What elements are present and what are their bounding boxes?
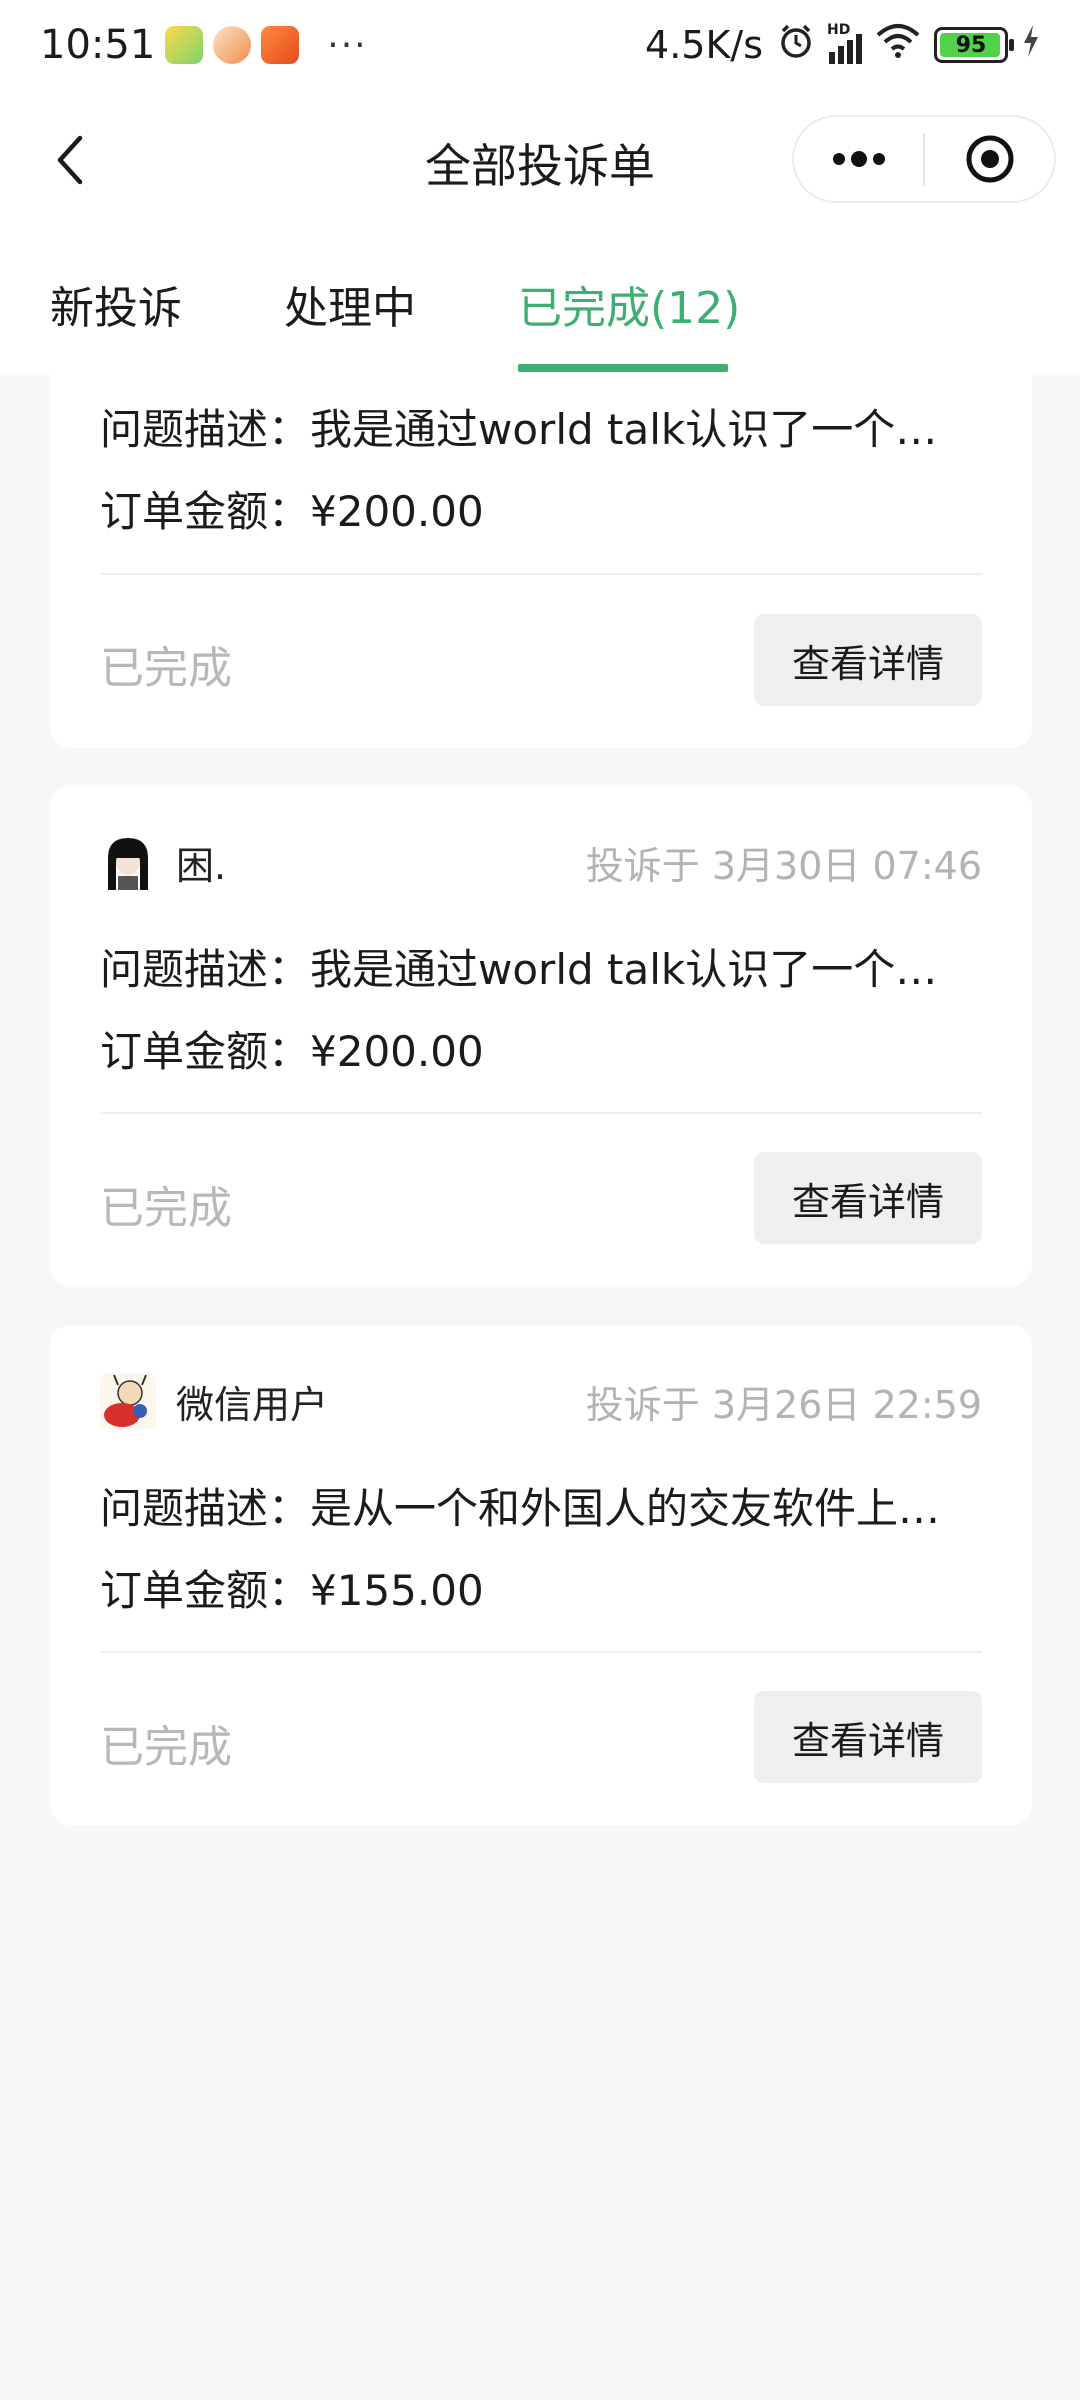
problem-description: 问题描述：我是通过world talk认识了一个…	[100, 945, 938, 994]
status-label: 已完成	[100, 643, 232, 694]
network-speed: 4.5K/s	[645, 23, 763, 67]
charging-icon	[1022, 23, 1040, 67]
wifi-icon	[876, 23, 920, 68]
close-mini-program-button[interactable]	[925, 117, 1054, 201]
complaint-time: 投诉于 3月26日 22:59	[585, 1382, 982, 1427]
nav-bar: 全部投诉单	[0, 90, 1080, 230]
card-header: 困. 投诉于 3月30日 07:46	[100, 832, 982, 892]
problem-description: 问题描述：我是通过world talk认识了一个…	[100, 405, 938, 454]
username: 微信用户	[176, 1382, 329, 1427]
view-details-button[interactable]: 查看详情	[754, 614, 982, 706]
tab-new[interactable]: 新投诉	[50, 272, 182, 336]
status-label: 已完成	[100, 1722, 232, 1773]
tab-bar: 新投诉 处理中 已完成(12)	[0, 230, 1080, 374]
more-dots-icon	[832, 151, 885, 167]
app-notification-icon	[165, 26, 204, 64]
girl-avatar-icon[interactable]	[100, 834, 156, 890]
status-bar: 10:51 ··· 4.5K/s HD 95	[0, 0, 1080, 90]
status-label: 已完成	[100, 1183, 232, 1234]
more-button[interactable]	[794, 117, 923, 201]
complaint-time: 投诉于 3月30日 07:46	[585, 843, 982, 888]
active-tab-indicator	[518, 364, 728, 372]
mini-program-capsule	[792, 115, 1056, 203]
tab-completed[interactable]: 已完成(12)	[518, 272, 740, 336]
view-details-button[interactable]: 查看详情	[754, 1691, 982, 1783]
complaint-card: 问题描述：我是通过world talk认识了一个… 订单金额：¥200.00 已…	[50, 310, 1032, 748]
signal-icon: HD	[827, 22, 862, 64]
order-amount: 订单金额：¥155.00	[100, 1566, 484, 1615]
cartoon-avatar-icon[interactable]	[100, 1373, 156, 1429]
app-notification-icon	[261, 26, 300, 64]
target-icon	[966, 135, 1013, 183]
tab-processing[interactable]: 处理中	[284, 272, 416, 336]
battery-level: 95	[955, 32, 987, 58]
card-header: 微信用户 投诉于 3月26日 22:59	[100, 1371, 982, 1431]
clock: 10:51	[40, 22, 156, 68]
complaint-card: 微信用户 投诉于 3月26日 22:59 问题描述：是从一个和外国人的交友软件上…	[50, 1325, 1032, 1825]
battery-icon: 95	[934, 27, 1014, 63]
order-amount: 订单金额：¥200.00	[100, 487, 484, 536]
divider	[100, 1112, 982, 1114]
status-left: 10:51 ···	[40, 22, 368, 68]
order-amount: 订单金额：¥200.00	[100, 1027, 484, 1076]
view-details-button[interactable]: 查看详情	[754, 1152, 982, 1244]
hd-label: HD	[827, 22, 851, 38]
status-right: 4.5K/s HD 95	[645, 22, 1040, 69]
more-notifications-icon: ···	[327, 24, 368, 66]
complaint-card: 困. 投诉于 3月30日 07:46 问题描述：我是通过world talk认识…	[50, 786, 1032, 1286]
divider	[100, 573, 982, 575]
problem-description: 问题描述：是从一个和外国人的交友软件上…	[100, 1484, 941, 1533]
alarm-icon	[777, 22, 815, 69]
app-notification-icon	[213, 26, 252, 64]
username: 困.	[176, 843, 227, 888]
divider	[100, 1651, 982, 1653]
